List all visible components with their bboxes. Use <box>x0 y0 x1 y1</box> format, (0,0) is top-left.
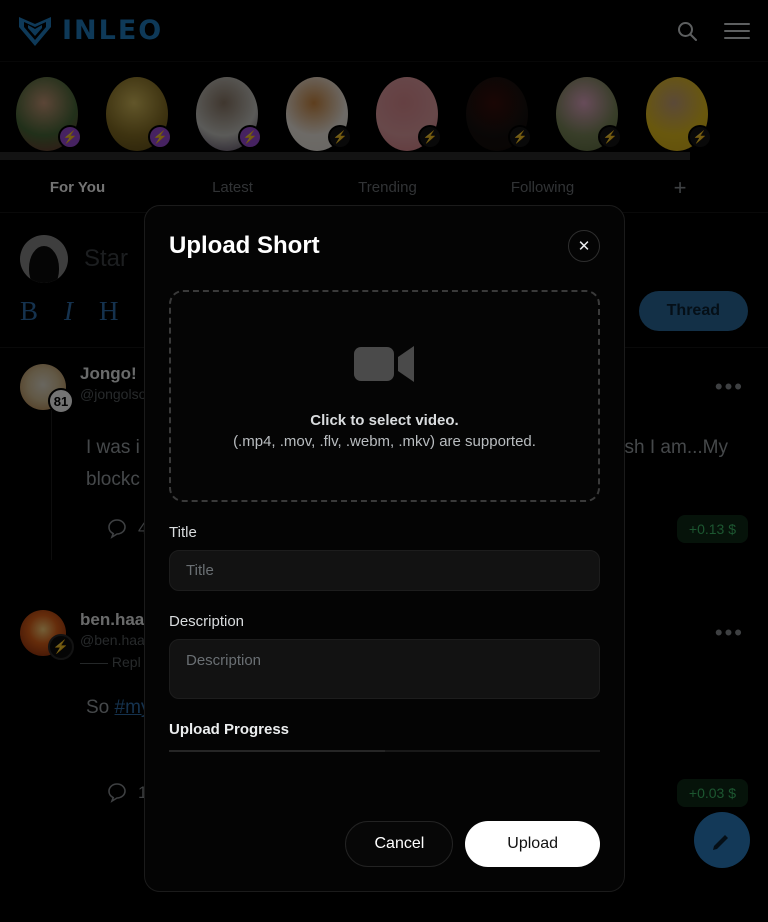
title-input[interactable] <box>169 550 600 591</box>
video-camera-icon <box>353 343 416 390</box>
page-title: Upload Short <box>169 232 320 259</box>
description-field-label: Description <box>169 613 245 630</box>
dropzone-primary-text: Click to select video. <box>310 411 459 429</box>
dialog-actions: Cancel Upload <box>169 803 600 867</box>
dropzone-secondary-text: (.mp4, .mov, .flv, .webm, .mkv) are supp… <box>233 432 536 450</box>
upload-progress-fill <box>169 750 385 752</box>
upload-short-dialog: Upload Short ✕ Click to select video. (.… <box>144 205 625 892</box>
app-root: INLEO ⚡⚡⚡⚡⚡⚡⚡⚡ For YouLatestTrendingFoll… <box>0 0 768 922</box>
upload-progress-label: Upload Progress <box>169 721 290 738</box>
video-dropzone[interactable]: Click to select video. (.mp4, .mov, .flv… <box>169 290 600 502</box>
title-field-label: Title <box>169 524 197 541</box>
dialog-header: Upload Short ✕ <box>169 230 600 262</box>
close-icon[interactable]: ✕ <box>568 230 600 262</box>
upload-progress-bar <box>169 750 600 752</box>
cancel-button[interactable]: Cancel <box>345 821 454 867</box>
description-input[interactable] <box>169 639 600 699</box>
video-camera-glyph <box>353 345 414 382</box>
upload-button[interactable]: Upload <box>465 821 600 867</box>
